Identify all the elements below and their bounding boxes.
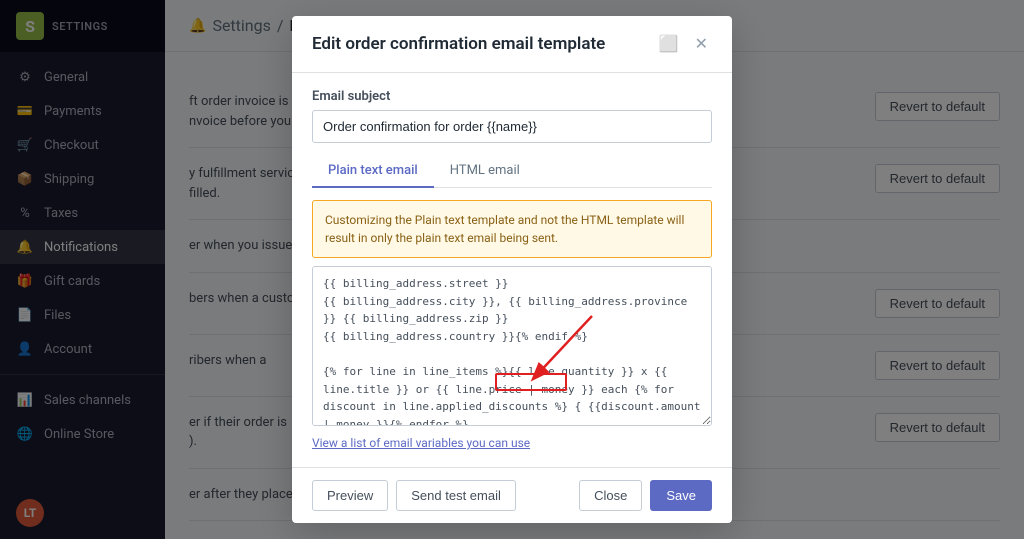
- modal-header: Edit order confirmation email template ⬜…: [292, 16, 732, 73]
- email-subject-label: Email subject: [312, 89, 712, 104]
- modal-overlay[interactable]: Edit order confirmation email template ⬜…: [0, 0, 1024, 539]
- save-button[interactable]: Save: [650, 480, 712, 511]
- modal: Edit order confirmation email template ⬜…: [292, 16, 732, 523]
- footer-right: Close Save: [579, 480, 712, 511]
- send-test-button[interactable]: Send test email: [396, 480, 516, 511]
- email-subject-input[interactable]: [312, 110, 712, 143]
- modal-header-actions: ⬜ ✕: [655, 32, 712, 56]
- email-tabs: Plain text email HTML email: [312, 155, 712, 188]
- variables-link[interactable]: View a list of email variables you can u…: [312, 436, 530, 450]
- modal-resize-button[interactable]: ⬜: [655, 32, 683, 56]
- modal-title: Edit order confirmation email template: [312, 34, 605, 54]
- footer-left: Preview Send test email: [312, 480, 516, 511]
- template-editor[interactable]: {{ billing_address.street }} {{ billing_…: [312, 266, 712, 426]
- modal-footer: Preview Send test email Close Save: [292, 467, 732, 523]
- template-editor-container: {{ billing_address.street }} {{ billing_…: [312, 266, 712, 430]
- warning-banner: Customizing the Plain text template and …: [312, 200, 712, 258]
- tab-plain-text[interactable]: Plain text email: [312, 155, 434, 188]
- close-button[interactable]: Close: [579, 480, 642, 511]
- modal-body: Email subject Plain text email HTML emai…: [292, 73, 732, 467]
- tab-html[interactable]: HTML email: [434, 155, 536, 188]
- preview-button[interactable]: Preview: [312, 480, 388, 511]
- modal-close-button[interactable]: ✕: [691, 32, 712, 56]
